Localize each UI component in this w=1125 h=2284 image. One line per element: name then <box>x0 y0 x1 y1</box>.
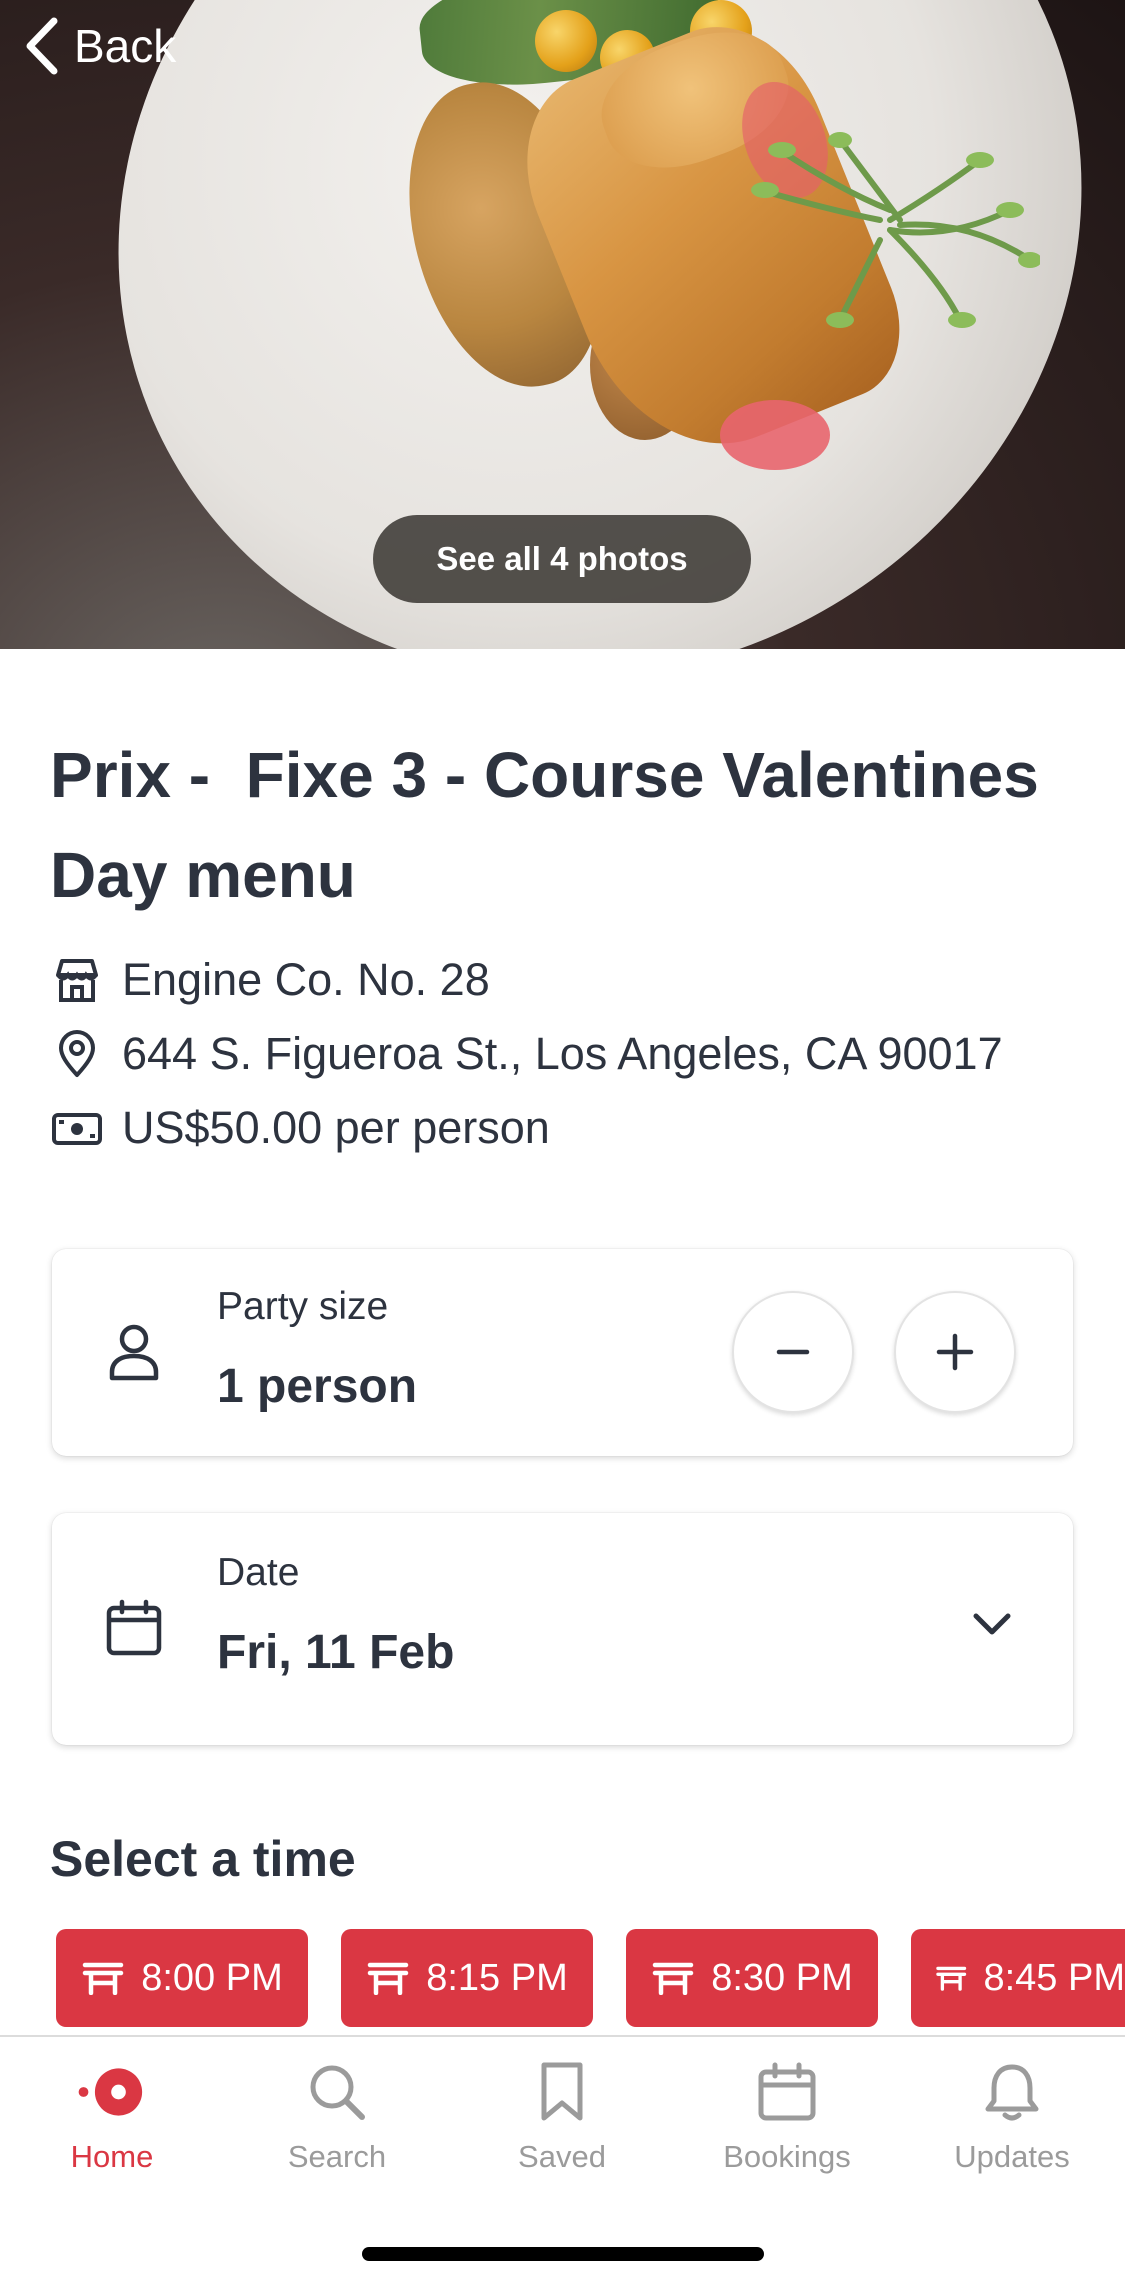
date-picker-card[interactable]: Date Fri, 11 Feb <box>52 1513 1073 1745</box>
restaurant-name: Engine Co. No. 28 <box>122 954 490 1005</box>
minus-icon <box>776 1349 810 1355</box>
tab-updates[interactable]: Updates <box>922 2057 1102 2207</box>
home-indicator <box>362 2247 764 2261</box>
table-icon <box>367 1962 409 1995</box>
decrease-party-button[interactable] <box>732 1291 854 1413</box>
person-icon <box>104 1322 164 1382</box>
time-slot-button[interactable]: 8:00 PM <box>56 1929 308 2027</box>
cash-icon <box>50 1101 104 1155</box>
table-icon <box>652 1962 694 1995</box>
tab-saved[interactable]: Saved <box>472 2057 652 2207</box>
time-slot-button[interactable]: 8:30 PM <box>626 1929 878 2027</box>
price-row: US$50.00 per person <box>50 1096 550 1160</box>
search-icon <box>302 2057 372 2127</box>
chevron-down-icon <box>973 1613 1011 1635</box>
back-label: Back <box>74 20 177 72</box>
bookmark-icon <box>527 2057 597 2127</box>
date-label: Date <box>217 1551 300 1594</box>
table-icon <box>936 1966 967 1991</box>
time-slot-label: 8:30 PM <box>711 1956 853 1999</box>
party-size-card: Party size 1 person <box>52 1249 1073 1456</box>
restaurant-row[interactable]: Engine Co. No. 28 <box>50 948 490 1012</box>
sauce-image <box>720 400 830 470</box>
tab-home[interactable]: Home <box>22 2057 202 2207</box>
time-slot-button[interactable]: 8:15 PM <box>341 1929 593 2027</box>
back-button[interactable]: Back <box>24 14 176 78</box>
offer-title: Prix - Fixe 3 - Course Valentines Day me… <box>50 739 1057 911</box>
tab-label: Updates <box>954 2139 1070 2174</box>
time-slot-label: 8:15 PM <box>426 1956 568 1999</box>
calendar-icon <box>104 1598 164 1658</box>
tab-label: Saved <box>518 2139 606 2174</box>
see-all-photos-label: See all 4 photos <box>436 540 688 577</box>
tab-label: Home <box>70 2139 154 2174</box>
plus-icon <box>936 1333 974 1371</box>
restaurant-address: 644 S. Figueroa St., Los Angeles, CA 900… <box>122 1028 1003 1079</box>
bell-icon <box>977 2057 1047 2127</box>
location-pin-icon <box>50 1027 104 1081</box>
see-all-photos-button[interactable]: See all 4 photos <box>373 515 751 603</box>
tab-label: Search <box>287 2139 387 2174</box>
tab-search[interactable]: Search <box>247 2057 427 2207</box>
address-row[interactable]: 644 S. Figueroa St., Los Angeles, CA 900… <box>50 1022 1003 1086</box>
select-time-heading: Select a time <box>50 1831 356 1887</box>
date-value: Fri, 11 Feb <box>217 1626 455 1679</box>
chevron-left-icon <box>26 17 58 75</box>
price-per-person: US$50.00 per person <box>122 1102 550 1153</box>
time-slot-button[interactable]: 8:45 PM <box>911 1929 1125 2027</box>
tab-label: Bookings <box>723 2139 851 2174</box>
table-icon <box>82 1962 124 1995</box>
time-slot-label: 8:45 PM <box>983 1956 1125 1999</box>
hero-photo[interactable]: Back See all 4 photos <box>0 0 1125 649</box>
party-size-label: Party size <box>217 1285 389 1328</box>
calendar-icon <box>752 2057 822 2127</box>
time-slot-label: 8:00 PM <box>141 1956 283 1999</box>
storefront-icon <box>50 953 104 1007</box>
party-size-value: 1 person <box>217 1360 418 1413</box>
home-icon <box>77 2057 147 2127</box>
tomato-image <box>535 10 597 72</box>
microgreens-image <box>751 132 1040 328</box>
tab-bookings[interactable]: Bookings <box>697 2057 877 2207</box>
increase-party-button[interactable] <box>894 1291 1016 1413</box>
